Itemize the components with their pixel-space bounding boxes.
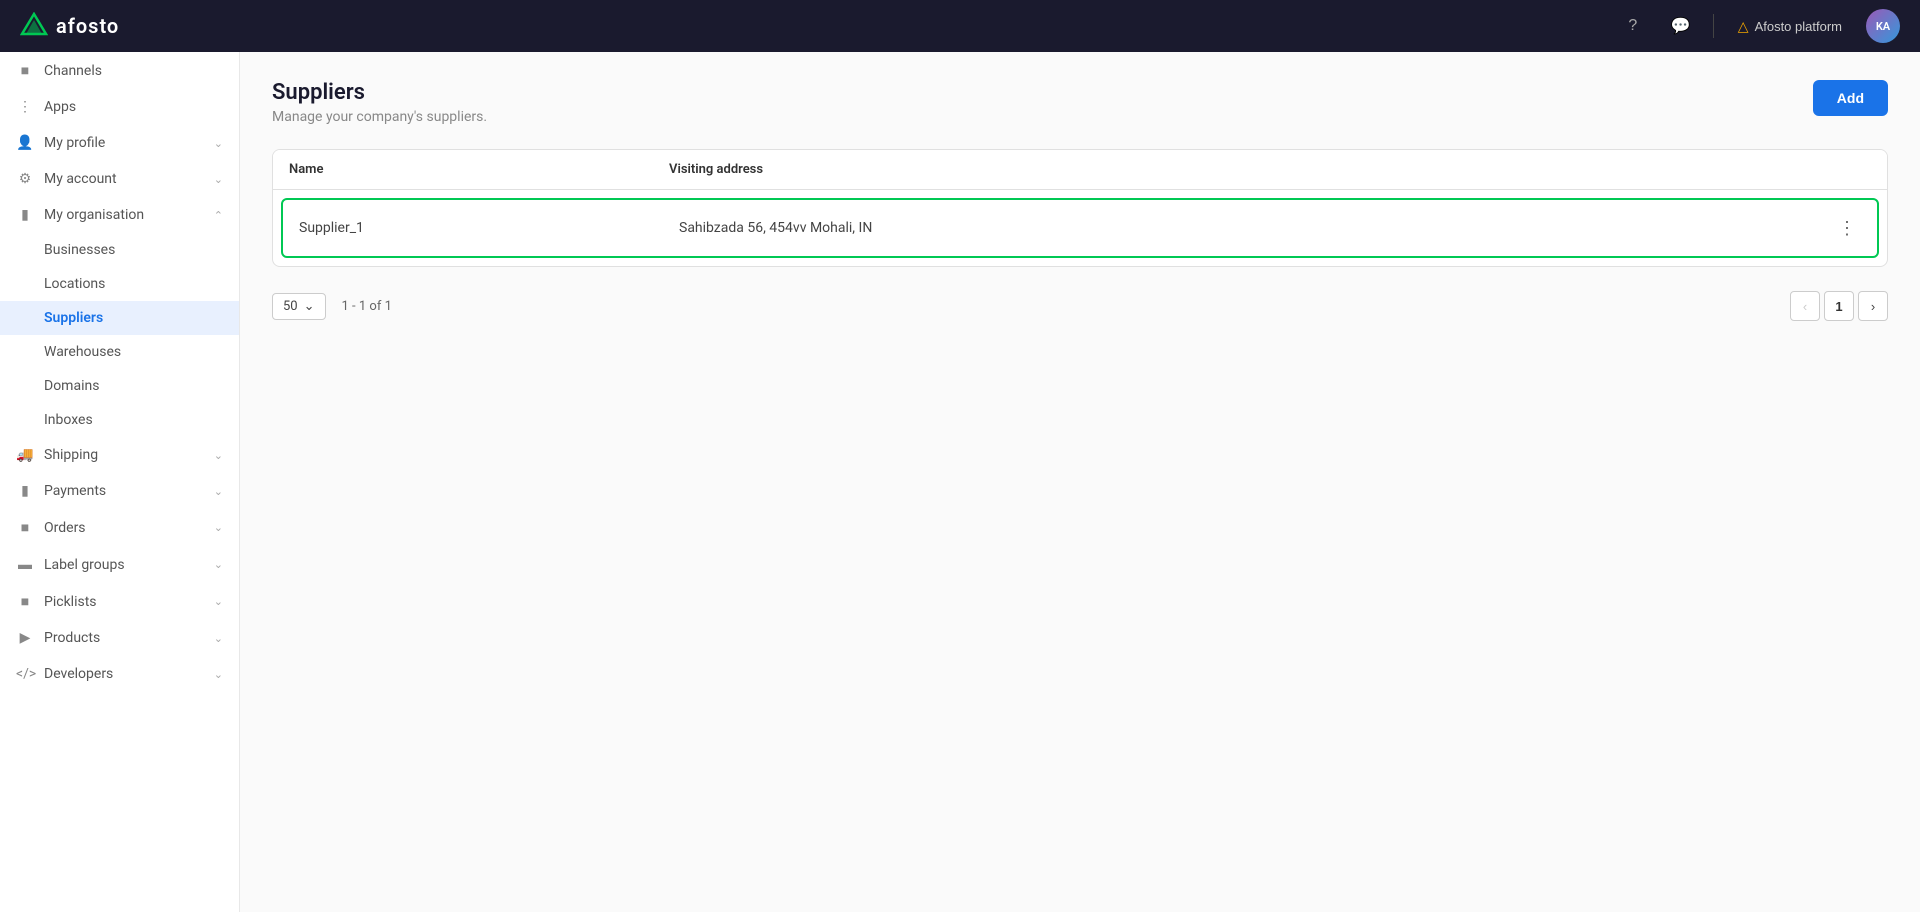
page-header: Suppliers Manage your company's supplier…: [272, 80, 1888, 125]
sidebar-item-label-groups[interactable]: ▬ Label groups ⌄: [0, 546, 239, 583]
sidebar-item-suppliers-label: Suppliers: [44, 310, 103, 326]
pagination-next-button[interactable]: ›: [1858, 291, 1888, 321]
label-groups-icon: ▬: [16, 556, 34, 573]
logo-area: afosto: [20, 12, 119, 40]
nav-divider: [1713, 14, 1714, 38]
sidebar-item-channels-label: Channels: [44, 63, 102, 79]
body-layout: ■ Channels ⋮ Apps 👤 My profile ⌄ ⚙ My ac…: [0, 52, 1920, 912]
page-title: Suppliers: [272, 80, 487, 105]
supplier-name: Supplier_1: [299, 220, 679, 236]
picklists-icon: ■: [16, 593, 34, 610]
pagination-prev-button[interactable]: ‹: [1790, 291, 1820, 321]
sidebar-item-payments-label: Payments: [44, 483, 106, 499]
sidebar-item-picklists-label: Picklists: [44, 594, 97, 610]
sidebar-item-locations[interactable]: Locations: [0, 267, 239, 301]
sidebar-item-apps-label: Apps: [44, 99, 76, 115]
page-header-text: Suppliers Manage your company's supplier…: [272, 80, 487, 125]
picklists-chevron-icon: ⌄: [214, 595, 223, 608]
label-groups-chevron-icon: ⌄: [214, 558, 223, 571]
sidebar-item-my-account-label: My account: [44, 171, 117, 187]
shipping-chevron-icon: ⌄: [214, 449, 223, 462]
platform-label: Afosto platform: [1755, 19, 1842, 34]
sidebar-item-my-organisation-label: My organisation: [44, 207, 144, 223]
sidebar-item-inboxes[interactable]: Inboxes: [0, 403, 239, 437]
sidebar-item-warehouses[interactable]: Warehouses: [0, 335, 239, 369]
organisation-chevron-icon: ⌃: [214, 209, 223, 222]
orders-icon: ■: [16, 519, 34, 536]
sidebar-item-domains[interactable]: Domains: [0, 369, 239, 403]
organisation-icon: ▮: [16, 207, 34, 223]
sidebar-item-businesses[interactable]: Businesses: [0, 233, 239, 267]
pagination-row: 50 ⌄ 1 - 1 of 1 ‹ 1 ›: [272, 287, 1888, 325]
account-icon: ⚙: [16, 171, 34, 187]
page-subtitle: Manage your company's suppliers.: [272, 109, 487, 125]
sidebar-item-label-groups-label: Label groups: [44, 557, 125, 573]
sidebar-item-picklists[interactable]: ■ Picklists ⌄: [0, 583, 239, 620]
per-page-select[interactable]: 50 ⌄: [272, 293, 326, 320]
account-chevron-icon: ⌄: [214, 173, 223, 186]
developers-chevron-icon: ⌄: [214, 668, 223, 681]
chat-button[interactable]: 💬: [1665, 10, 1697, 42]
help-button[interactable]: ?: [1617, 10, 1649, 42]
per-page-chevron-icon: ⌄: [304, 299, 315, 314]
col-address-header: Visiting address: [669, 162, 1831, 177]
profile-icon: 👤: [16, 135, 34, 151]
top-navigation: afosto ? 💬 △ Afosto platform KA: [0, 0, 1920, 52]
channels-icon: ■: [16, 62, 34, 79]
sidebar-item-warehouses-label: Warehouses: [44, 344, 121, 360]
shipping-icon: 🚚: [16, 447, 34, 463]
sidebar-item-my-profile[interactable]: 👤 My profile ⌄: [0, 125, 239, 161]
supplier-address: Sahibzada 56, 454vv Mohali, IN: [679, 220, 1833, 236]
platform-button[interactable]: △ Afosto platform: [1730, 14, 1850, 39]
table-header: Name Visiting address: [273, 150, 1887, 190]
platform-warning-icon: △: [1738, 18, 1749, 35]
sidebar-item-developers[interactable]: </> Developers ⌄: [0, 656, 239, 692]
payments-icon: ▮: [16, 483, 34, 499]
sidebar-item-my-account[interactable]: ⚙ My account ⌄: [0, 161, 239, 197]
sidebar-item-my-profile-label: My profile: [44, 135, 105, 151]
orders-chevron-icon: ⌄: [214, 521, 223, 534]
sidebar-item-locations-label: Locations: [44, 276, 105, 292]
payments-chevron-icon: ⌄: [214, 485, 223, 498]
sidebar-item-products[interactable]: ▶ Products ⌄: [0, 620, 239, 656]
sidebar-item-channels[interactable]: ■ Channels: [0, 52, 239, 89]
add-supplier-button[interactable]: Add: [1813, 80, 1888, 116]
sidebar: ■ Channels ⋮ Apps 👤 My profile ⌄ ⚙ My ac…: [0, 52, 240, 912]
user-avatar[interactable]: KA: [1866, 9, 1900, 43]
sidebar-item-developers-label: Developers: [44, 666, 113, 682]
pagination-controls: ‹ 1 ›: [1790, 291, 1888, 321]
suppliers-table: Name Visiting address Supplier_1 Sahibza…: [272, 149, 1888, 267]
sidebar-item-inboxes-label: Inboxes: [44, 412, 93, 428]
apps-icon: ⋮: [16, 99, 34, 115]
pagination-info: 1 - 1 of 1: [342, 299, 392, 314]
col-name-header: Name: [289, 162, 669, 177]
sidebar-item-orders-label: Orders: [44, 520, 86, 536]
sidebar-item-businesses-label: Businesses: [44, 242, 115, 258]
sidebar-item-domains-label: Domains: [44, 378, 99, 394]
developers-icon: </>: [16, 666, 34, 682]
row-actions-button[interactable]: ⋮: [1833, 214, 1861, 242]
products-icon: ▶: [16, 630, 34, 646]
main-content: Suppliers Manage your company's supplier…: [240, 52, 1920, 912]
sidebar-item-apps[interactable]: ⋮ Apps: [0, 89, 239, 125]
profile-chevron-icon: ⌄: [214, 137, 223, 150]
chat-icon: 💬: [1671, 16, 1691, 36]
sidebar-item-my-organisation[interactable]: ▮ My organisation ⌃: [0, 197, 239, 233]
table-row[interactable]: Supplier_1 Sahibzada 56, 454vv Mohali, I…: [281, 198, 1879, 258]
products-chevron-icon: ⌄: [214, 632, 223, 645]
sidebar-item-shipping[interactable]: 🚚 Shipping ⌄: [0, 437, 239, 473]
sidebar-item-shipping-label: Shipping: [44, 447, 98, 463]
sidebar-item-payments[interactable]: ▮ Payments ⌄: [0, 473, 239, 509]
sidebar-item-suppliers[interactable]: Suppliers: [0, 301, 239, 335]
help-icon: ?: [1628, 17, 1637, 35]
pagination-page-1-button[interactable]: 1: [1824, 291, 1854, 321]
afosto-logo-icon: [20, 12, 48, 40]
top-nav-right: ? 💬 △ Afosto platform KA: [1617, 9, 1900, 43]
sidebar-item-products-label: Products: [44, 630, 100, 646]
sidebar-item-orders[interactable]: ■ Orders ⌄: [0, 509, 239, 546]
logo-text: afosto: [56, 14, 119, 38]
per-page-value: 50: [283, 299, 298, 314]
